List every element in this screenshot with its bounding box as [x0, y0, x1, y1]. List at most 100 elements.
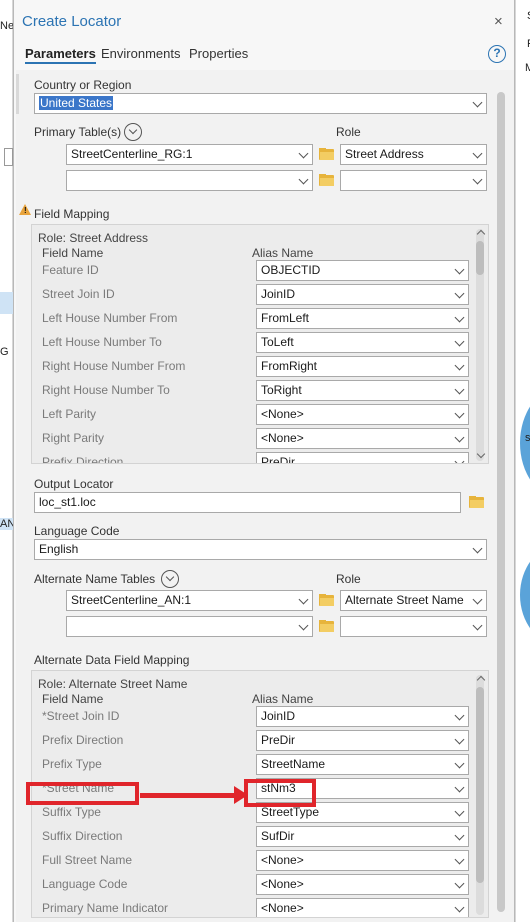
alternate-role-select[interactable]: Alternate Street Name	[340, 590, 487, 611]
primary-role-select-empty[interactable]	[340, 170, 487, 191]
column-header-alias: Alias Name	[252, 692, 314, 706]
chevron-down-icon	[454, 902, 465, 913]
background-text-fragment: Ne	[0, 20, 15, 32]
chevron-down-icon	[454, 384, 465, 395]
warning-icon: !	[19, 204, 31, 215]
mapping-alias-select[interactable]: SufDir	[256, 826, 469, 847]
country-select[interactable]: United States	[34, 93, 487, 114]
chevron-down-icon	[454, 456, 465, 463]
mapping-alias-value: ToLeft	[261, 335, 294, 349]
mapping-alias-select[interactable]: PreDir	[256, 730, 469, 751]
folder-icon[interactable]	[319, 148, 335, 160]
mapping-alias-value: JoinID	[261, 709, 296, 723]
mapping-alias-select[interactable]: FromRight	[256, 356, 469, 377]
folder-icon[interactable]	[319, 174, 335, 186]
mapping-alias-value: FromRight	[261, 359, 318, 373]
mapping-alias-value: <None>	[261, 853, 304, 867]
chevron-down-icon	[454, 432, 465, 443]
help-icon[interactable]: ?	[488, 45, 506, 63]
chevron-down-icon	[298, 174, 309, 185]
mapping-alias-select[interactable]: ToLeft	[256, 332, 469, 353]
mapping-alias-select[interactable]: OBJECTID	[256, 260, 469, 281]
mapping-field-name: Full Street Name	[42, 853, 133, 867]
primary-table-value: StreetCenterline_RG:1	[71, 147, 193, 161]
chevron-down-icon	[454, 758, 465, 769]
inner-scroll-thumb[interactable]	[476, 687, 484, 883]
primary-table-select[interactable]: StreetCenterline_RG:1	[66, 144, 313, 165]
mapping-alias-select[interactable]: FromLeft	[256, 308, 469, 329]
mapping-field-name: Left Parity	[42, 407, 97, 421]
chevron-down-icon	[454, 782, 465, 793]
mapping-field-name: Right House Number To	[42, 383, 170, 397]
mapping-alias-select[interactable]: StreetName	[256, 754, 469, 775]
primary-role-select[interactable]: Street Address	[340, 144, 487, 165]
mapping-field-name: Street Join ID	[42, 287, 115, 301]
background-app-right: S P M s	[515, 0, 530, 922]
tab-environments[interactable]: Environments	[101, 46, 180, 61]
mapping-field-name: Prefix Direction	[42, 455, 124, 464]
role-title: Role: Street Address	[38, 231, 149, 245]
tab-properties[interactable]: Properties	[189, 46, 248, 61]
column-header-field: Field Name	[42, 246, 104, 260]
highlight-box-alias	[244, 779, 316, 807]
mapping-alias-value: <None>	[261, 877, 304, 891]
arrow-annotation	[140, 793, 240, 798]
mapping-alias-select[interactable]: <None>	[256, 898, 469, 917]
role-title: Role: Alternate Street Name	[38, 677, 188, 691]
primary-tables-label: Primary Table(s)	[34, 125, 122, 139]
arrow-head-icon	[234, 786, 248, 804]
mapping-alias-value: PreDir	[261, 455, 296, 464]
alternate-table-select-empty[interactable]	[66, 616, 313, 637]
role-label: Role	[336, 572, 361, 586]
mapping-alias-select[interactable]: JoinID	[256, 706, 469, 727]
language-code-select[interactable]: English	[34, 539, 487, 560]
mapping-field-name: Left House Number To	[42, 335, 162, 349]
folder-icon[interactable]	[319, 620, 335, 632]
chevron-down-icon	[454, 854, 465, 865]
mapping-field-name: Language Code	[42, 877, 128, 891]
dialog-scroll-thumb[interactable]	[497, 92, 505, 912]
mapping-alias-select[interactable]: ToRight	[256, 380, 469, 401]
mapping-alias-select[interactable]: <None>	[256, 404, 469, 425]
chevron-down-icon	[472, 148, 483, 159]
inner-scroll-thumb[interactable]	[476, 241, 484, 275]
mapping-field-name: Right Parity	[42, 431, 105, 445]
primary-table-select-empty[interactable]	[66, 170, 313, 191]
output-locator-input[interactable]: loc_st1.loc	[34, 492, 461, 513]
chevron-down-icon	[454, 288, 465, 299]
mapping-field-name: Primary Name Indicator	[42, 901, 169, 915]
background-map-shape	[520, 545, 530, 645]
mapping-alias-value: OBJECTID	[261, 263, 321, 277]
mapping-alias-select[interactable]: PreDir	[256, 452, 469, 464]
alternate-tables-label: Alternate Name Tables	[34, 572, 156, 586]
mapping-alias-value: <None>	[261, 407, 304, 421]
mapping-alias-value: ToRight	[261, 383, 302, 397]
alternate-role-select-empty[interactable]	[340, 616, 487, 637]
mapping-alias-value: PreDir	[261, 733, 296, 747]
folder-icon[interactable]	[469, 496, 485, 508]
chevron-down-icon	[454, 312, 465, 323]
mapping-alias-select[interactable]: <None>	[256, 874, 469, 895]
background-text-fragment: M	[525, 62, 530, 74]
folder-icon[interactable]	[319, 594, 335, 606]
mapping-alias-select[interactable]: <None>	[256, 850, 469, 871]
background-app-left: Ne G AN	[0, 0, 16, 922]
alternate-table-select[interactable]: StreetCenterline_AN:1	[66, 590, 313, 611]
section-marker	[16, 74, 19, 114]
chevron-down-icon	[454, 734, 465, 745]
column-header-alias: Alias Name	[252, 246, 314, 260]
language-code-label: Language Code	[34, 524, 120, 538]
chevron-down-icon	[472, 543, 483, 554]
mapping-alias-select[interactable]: JoinID	[256, 284, 469, 305]
tab-parameters[interactable]: Parameters	[25, 46, 96, 64]
close-icon[interactable]: ×	[494, 13, 503, 30]
mapping-alias-value: JoinID	[261, 287, 296, 301]
expand-icon[interactable]	[161, 570, 179, 588]
mapping-field-name: Left House Number From	[42, 311, 178, 325]
role-label: Role	[336, 125, 361, 139]
mapping-alias-select[interactable]: <None>	[256, 428, 469, 449]
expand-icon[interactable]	[124, 123, 142, 141]
country-label: Country or Region	[34, 78, 132, 92]
mapping-field-name: Feature ID	[42, 263, 99, 277]
chevron-down-icon	[454, 408, 465, 419]
